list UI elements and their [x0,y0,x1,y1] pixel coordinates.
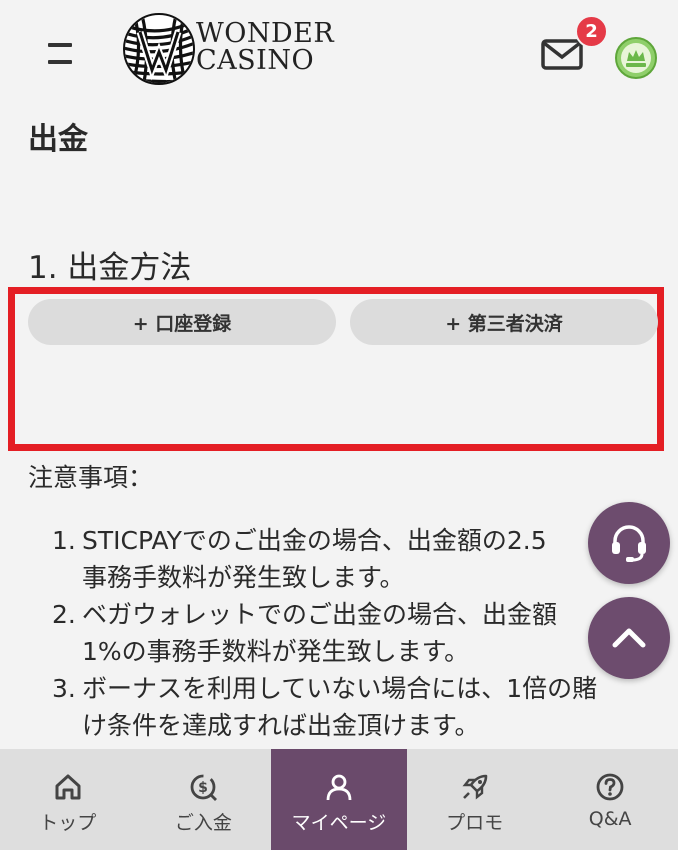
nav-label: Q&A [588,808,632,830]
chevron-up-icon [612,628,646,648]
list-item-text: ボーナスを利用していない場合には、1倍の賭 [82,674,598,703]
list-item-text: 事務手数料が発生致します。 [82,563,405,592]
header: WONDER CASINO 2 [0,0,678,100]
user-icon [326,774,352,801]
deposit-icon: $ [190,774,218,801]
withdrawal-method-heading: 1. 出金方法 [28,250,192,286]
nav-label: トップ [39,812,97,834]
nav-item-deposit[interactable]: $ ご入金 [136,749,272,850]
svg-text:$: $ [199,780,209,796]
rank-avatar[interactable] [614,36,658,80]
logo-emblem-icon [123,13,195,85]
page-title: 出金 [28,122,88,157]
nav-item-mypage[interactable]: マイページ [271,749,407,850]
nav-label: プロモ [446,812,504,834]
nav-label: マイページ [291,812,387,834]
nav-item-qa[interactable]: Q&A [542,749,678,850]
list-item-number: 1. [52,526,76,555]
notes-heading: 注意事項： [28,463,154,492]
notification-badge: 2 [575,15,608,48]
scroll-to-top-button[interactable] [588,597,670,679]
mail-button[interactable] [540,38,584,72]
logo-text-line1: WONDER [196,18,335,49]
nav-item-top[interactable]: トップ [0,749,136,850]
list-item: 1. STICPAYでのご出金の場合、出金額の2.5 事務手数料が発生致します。 [52,522,678,596]
nav-item-promo[interactable]: プロモ [407,749,543,850]
home-icon [55,774,81,800]
rank-avatar-icon [615,37,657,79]
question-icon [596,773,624,801]
list-item: 3. ボーナスを利用していない場合には、1倍の賭 け条件を達成すれば出金頂けます… [52,670,678,744]
rocket-icon [462,774,487,800]
third-party-payment-button[interactable]: + 第三者決済 [350,299,658,345]
nav-label: ご入金 [174,812,232,834]
register-account-button[interactable]: + 口座登録 [28,299,336,345]
headset-icon [612,525,646,562]
bottom-nav: トップ $ ご入金 マイページ プロモ Q&A [0,749,678,850]
support-chat-button[interactable] [588,502,670,584]
list-item-number: 3. [52,674,76,703]
list-item-number: 2. [52,600,76,629]
hamburger-icon [48,43,72,47]
hamburger-menu-button[interactable] [44,40,74,70]
logo-text-line2: CASINO [196,45,315,76]
list-item-text: け条件を達成すれば出金頂けます。 [82,711,480,740]
notes-list: 1. STICPAYでのご出金の場合、出金額の2.5 事務手数料が発生致します。… [52,522,678,744]
wonder-casino-logo[interactable]: WONDER CASINO [122,12,342,88]
mail-icon [541,39,583,70]
list-item: 2. ベガウォレットでのご出金の場合、出金額 1%の事務手数料が発生致します。 [52,596,678,670]
